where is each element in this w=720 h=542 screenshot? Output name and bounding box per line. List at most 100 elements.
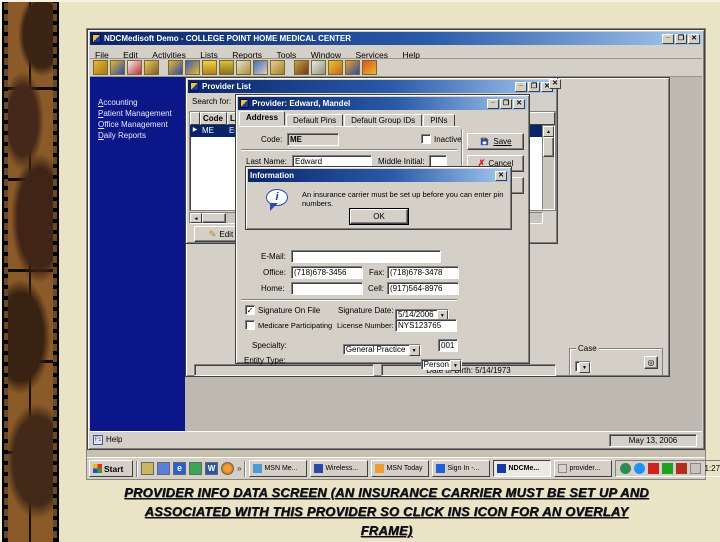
toolbar-icon[interactable] (144, 60, 159, 75)
tray-sync-icon[interactable] (620, 463, 632, 474)
word-icon[interactable]: W (205, 462, 218, 475)
specialty-code-field[interactable]: 001 (438, 339, 458, 352)
signature-on-file-checkbox[interactable] (245, 305, 255, 315)
taskbar-task-provider[interactable]: provider... (554, 460, 613, 477)
media-player-icon[interactable] (221, 462, 234, 475)
inactive-checkbox[interactable] (421, 134, 431, 144)
restore-button[interactable] (675, 33, 687, 44)
toolbar-icon[interactable] (202, 60, 217, 75)
tab-address[interactable]: Address (239, 111, 286, 125)
toolbar-icon[interactable] (93, 60, 108, 75)
sidebar-item-office-management[interactable]: Office Management (90, 119, 185, 130)
chevron-down-icon[interactable]: ▼ (408, 345, 420, 356)
msn-icon[interactable] (189, 462, 202, 475)
tray-mail-icon[interactable] (690, 463, 702, 474)
start-button[interactable]: Start (89, 460, 133, 477)
app-titlebar[interactable]: NDCMedisoft Demo - COLLEGE POINT HOME ME… (90, 32, 702, 45)
provider-close-button[interactable] (513, 98, 525, 109)
background-window-close-button[interactable] (549, 79, 561, 89)
grid-header-code[interactable]: Code (200, 112, 227, 125)
chevron-down-icon[interactable]: ▼ (579, 362, 590, 373)
tray-alert-icon[interactable] (648, 463, 660, 474)
row-code: ME (202, 126, 214, 135)
fax-field[interactable]: (718)678-3478 (387, 266, 459, 279)
chevron-down-icon[interactable]: ▼ (450, 360, 462, 371)
overflow-chevron-icon[interactable]: » (237, 464, 241, 473)
toolbar-icon[interactable] (345, 60, 360, 75)
information-message: An insurance carrier must be set up befo… (302, 190, 504, 208)
save-icon (481, 136, 489, 146)
cell-field[interactable]: (917)564-8976 (387, 282, 459, 295)
date-of-birth-panel: Date of Birth: 5/14/1973 (381, 364, 556, 376)
provider-list-titlebar[interactable]: Provider List (188, 80, 555, 93)
edit-button-label: Edit (219, 229, 234, 239)
scroll-left-icon[interactable]: ◄ (190, 213, 202, 223)
taskbar-task-msn-today[interactable]: MSN Today (371, 460, 430, 477)
grid-vertical-scrollbar[interactable]: ▲ (542, 125, 555, 210)
tray-network-icon[interactable] (662, 463, 674, 474)
ok-button[interactable]: OK (349, 208, 409, 225)
toolbar-icon[interactable] (168, 60, 183, 75)
provider-minimize-button[interactable] (487, 98, 499, 109)
sidebar-item-patient-management[interactable]: Patient Management (90, 108, 185, 119)
sign-in-icon (436, 464, 446, 473)
toolbar-icon[interactable] (219, 60, 234, 75)
provider-maximize-button[interactable] (500, 98, 512, 109)
case-search-button[interactable]: ◎ (644, 356, 658, 369)
provider-window-titlebar[interactable]: Provider: Edward, Mandel (238, 97, 527, 110)
caption-line: PROVIDER INFO DATA SCREEN (AN INSURANCE … (124, 485, 649, 500)
taskbar-task-ndcmedisoft[interactable]: NDCMe... (493, 460, 552, 477)
tab-default-group-ids[interactable]: Default Group IDs (344, 114, 423, 126)
home-field[interactable] (291, 282, 363, 295)
case-dropdown[interactable]: ▼ (575, 361, 591, 373)
toolbar-icon[interactable] (236, 60, 251, 75)
office-field[interactable]: (718)678-3456 (291, 266, 363, 279)
decorative-border-ticks (4, 2, 8, 542)
taskbar-task-sign-in[interactable]: Sign In -... (432, 460, 491, 477)
specialty-dropdown[interactable]: General Practice ▼ (342, 344, 421, 356)
cell-label: Cell: (368, 284, 385, 293)
license-number-field[interactable]: NYS123765 (395, 319, 457, 332)
information-titlebar[interactable]: Information (248, 169, 509, 182)
internet-explorer-icon[interactable]: e (173, 462, 186, 475)
provider-list-minimize-button[interactable] (515, 81, 527, 92)
toolbar-icon[interactable] (253, 60, 268, 75)
app-statusbar: F1 Help May 13, 2006 (90, 431, 702, 447)
taskbar-clock[interactable]: 1:27 AM (704, 464, 720, 473)
sidebar-item-daily-reports[interactable]: Daily Reports (90, 130, 185, 141)
tab-default-pins[interactable]: Default Pins (286, 114, 344, 126)
scrollbar-thumb[interactable] (543, 137, 554, 157)
messenger-icon[interactable] (157, 462, 170, 475)
close-button[interactable] (688, 33, 700, 44)
toolbar-icon[interactable] (110, 60, 125, 75)
information-title: Information (250, 171, 294, 180)
row-marker-icon: ▶ (192, 127, 198, 133)
grid-marker-column[interactable] (190, 112, 200, 125)
info-icon: i (266, 189, 288, 211)
sidebar-item-accounting[interactable]: Accounting (90, 97, 185, 108)
taskbar-task-wireless[interactable]: Wireless... (310, 460, 369, 477)
caption-line: FRAME) (360, 523, 413, 538)
tray-globe-icon[interactable] (634, 463, 646, 474)
provider-list-maximize-button[interactable] (528, 81, 540, 92)
toolbar-icon[interactable] (294, 60, 309, 75)
entity-type-dropdown[interactable]: Person ▼ (420, 359, 463, 371)
tab-pins[interactable]: PINs (423, 114, 455, 126)
taskbar-task-msn-messenger[interactable]: MSN Me... (249, 460, 308, 477)
outlook-icon[interactable] (141, 462, 154, 475)
scroll-up-icon[interactable]: ▲ (543, 126, 554, 137)
search-label: Search for: (192, 97, 232, 106)
toolbar-icon[interactable] (311, 60, 326, 75)
toolbar-icon[interactable] (127, 60, 142, 75)
toolbar-icon[interactable] (185, 60, 200, 75)
information-close-button[interactable] (495, 170, 507, 181)
toolbar-icon[interactable] (362, 60, 377, 75)
email-field[interactable] (291, 250, 441, 263)
toolbar-icon[interactable] (328, 60, 343, 75)
minimize-button[interactable] (662, 33, 674, 44)
scrollbar-thumb[interactable] (202, 213, 226, 223)
medicare-participating-checkbox[interactable] (245, 320, 255, 330)
save-button[interactable]: Save (467, 133, 524, 150)
toolbar-icon[interactable] (270, 60, 285, 75)
tray-plug-icon[interactable] (676, 463, 688, 474)
